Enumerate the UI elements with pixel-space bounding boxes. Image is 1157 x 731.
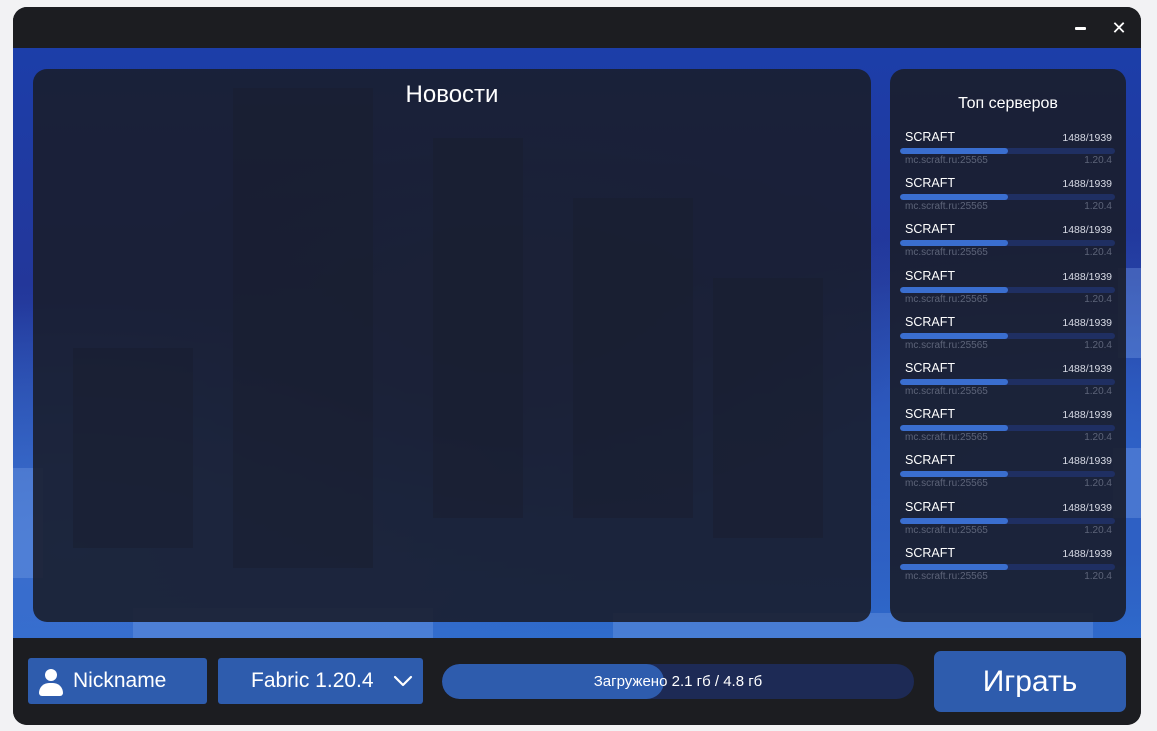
- server-list-item[interactable]: SCRAFT 1488/1939 mc.scraft.ru:25565 1.20.4: [900, 128, 1116, 174]
- server-load-fill: [900, 332, 1008, 339]
- server-version: 1.20.4: [1084, 293, 1112, 305]
- close-icon[interactable]: ✕: [1107, 16, 1131, 40]
- server-load-fill: [900, 471, 1008, 478]
- server-address: mc.scraft.ru:25565: [905, 247, 988, 259]
- server-name: SCRAFT: [905, 407, 955, 422]
- server-address: mc.scraft.ru:25565: [905, 570, 988, 582]
- server-load-fill: [900, 425, 1008, 432]
- server-load-bar: [900, 425, 1115, 432]
- server-load-fill: [900, 240, 1008, 247]
- server-name: SCRAFT: [905, 453, 955, 468]
- top-servers-panel: Топ серверов SCRAFT 1488/1939 mc.scraft.ru…: [890, 69, 1126, 622]
- server-version: 1.20.4: [1084, 432, 1112, 444]
- title-bar[interactable]: ✕: [13, 7, 1141, 48]
- server-load-bar: [900, 194, 1115, 201]
- server-load-fill: [900, 517, 1008, 524]
- server-version: 1.20.4: [1084, 155, 1112, 166]
- server-load-bar: [900, 471, 1115, 478]
- nickname-text[interactable]: Nickname: [73, 669, 166, 693]
- server-load-bar: [900, 517, 1115, 524]
- launcher-window: ✕ Новости Топ серверов SCRAFT 1488/1939 mc…: [13, 7, 1141, 725]
- server-load-bar: [900, 332, 1115, 339]
- server-name: SCRAFT: [905, 499, 955, 514]
- server-list-item[interactable]: SCRAFT 1488/1939 mc.scraft.ru:25565 1.20.4: [900, 267, 1116, 313]
- bottom-bar: Nickname Fabric 1.20.4 Загружено 2.1 гб …: [13, 638, 1141, 725]
- server-list-item[interactable]: SCRAFT 1488/1939 mc.scraft.ru:25565 1.20.4: [900, 174, 1116, 220]
- server-load-fill: [900, 286, 1008, 293]
- minimize-icon[interactable]: [1068, 16, 1092, 40]
- server-list-item[interactable]: SCRAFT 1488/1939 mc.scraft.ru:25565 1.20.4: [900, 544, 1116, 590]
- top-servers-title: Топ серверов: [958, 95, 1058, 112]
- server-list-item[interactable]: SCRAFT 1488/1939 mc.scraft.ru:25565 1.20.4: [900, 359, 1116, 405]
- server-players: 1488/1939: [1062, 501, 1112, 514]
- server-address: mc.scraft.ru:25565: [905, 339, 988, 351]
- server-load-bar: [900, 563, 1115, 570]
- chevron-down-icon[interactable]: [393, 671, 413, 691]
- news-title: Новости: [405, 81, 499, 108]
- download-progress-bar: Загружено 2.1 гб / 4.8 гб: [442, 664, 914, 699]
- server-address: mc.scraft.ru:25565: [905, 432, 988, 444]
- server-players: 1488/1939: [1062, 316, 1112, 329]
- download-progress-text: Загружено 2.1 гб / 4.8 гб: [593, 673, 763, 690]
- server-name: SCRAFT: [905, 176, 955, 191]
- server-version: 1.20.4: [1084, 478, 1112, 490]
- server-list: SCRAFT 1488/1939 mc.scraft.ru:25565 1.20.4 S…: [900, 128, 1116, 590]
- server-version: 1.20.4: [1084, 201, 1112, 213]
- server-load-bar: [900, 286, 1115, 293]
- version-select[interactable]: Fabric 1.20.4: [218, 658, 423, 704]
- server-players: 1488/1939: [1062, 362, 1112, 375]
- server-list-item[interactable]: SCRAFT 1488/1939 mc.scraft.ru:25565 1.20.4: [900, 498, 1116, 544]
- server-load-fill: [900, 194, 1008, 201]
- server-address: mc.scraft.ru:25565: [905, 201, 988, 213]
- server-load-bar: [900, 148, 1115, 154]
- server-players: 1488/1939: [1062, 455, 1112, 468]
- server-load-fill: [900, 148, 1008, 154]
- server-name: SCRAFT: [905, 130, 955, 144]
- server-address: mc.scraft.ru:25565: [905, 155, 988, 166]
- server-address: mc.scraft.ru:25565: [905, 293, 988, 305]
- server-list-item[interactable]: SCRAFT 1488/1939 mc.scraft.ru:25565 1.20.4: [900, 220, 1116, 266]
- server-list-item[interactable]: SCRAFT 1488/1939 mc.scraft.ru:25565 1.20.4: [900, 313, 1116, 359]
- server-address: mc.scraft.ru:25565: [905, 478, 988, 490]
- server-players: 1488/1939: [1062, 547, 1112, 560]
- server-load-fill: [900, 563, 1008, 570]
- server-name: SCRAFT: [905, 268, 955, 283]
- server-version: 1.20.4: [1084, 524, 1112, 536]
- server-version: 1.20.4: [1084, 570, 1112, 582]
- server-players: 1488/1939: [1062, 224, 1112, 237]
- server-version: 1.20.4: [1084, 385, 1112, 397]
- server-address: mc.scraft.ru:25565: [905, 385, 988, 397]
- server-name: SCRAFT: [905, 314, 955, 329]
- server-load-bar: [900, 378, 1115, 385]
- background-scene: Новости Топ серверов SCRAFT 1488/1939 mc.s…: [13, 48, 1141, 638]
- news-panel: Новости: [33, 69, 871, 622]
- server-players: 1488/1939: [1062, 132, 1112, 144]
- server-list-item[interactable]: SCRAFT 1488/1939 mc.scraft.ru:25565 1.20.4: [900, 451, 1116, 497]
- server-players: 1488/1939: [1062, 270, 1112, 283]
- server-players: 1488/1939: [1062, 409, 1112, 422]
- version-selected-text: Fabric 1.20.4: [251, 669, 374, 692]
- server-list-item[interactable]: SCRAFT 1488/1939 mc.scraft.ru:25565 1.20.4: [900, 405, 1116, 451]
- server-version: 1.20.4: [1084, 339, 1112, 351]
- server-name: SCRAFT: [905, 222, 955, 237]
- server-load-bar: [900, 240, 1115, 247]
- server-address: mc.scraft.ru:25565: [905, 524, 988, 536]
- server-players: 1488/1939: [1062, 178, 1112, 191]
- nickname-field[interactable]: Nickname: [28, 658, 207, 704]
- server-name: SCRAFT: [905, 545, 955, 560]
- play-button[interactable]: Играть: [934, 651, 1126, 712]
- user-icon: [39, 669, 63, 697]
- server-name: SCRAFT: [905, 360, 955, 375]
- server-version: 1.20.4: [1084, 247, 1112, 259]
- server-load-fill: [900, 378, 1008, 385]
